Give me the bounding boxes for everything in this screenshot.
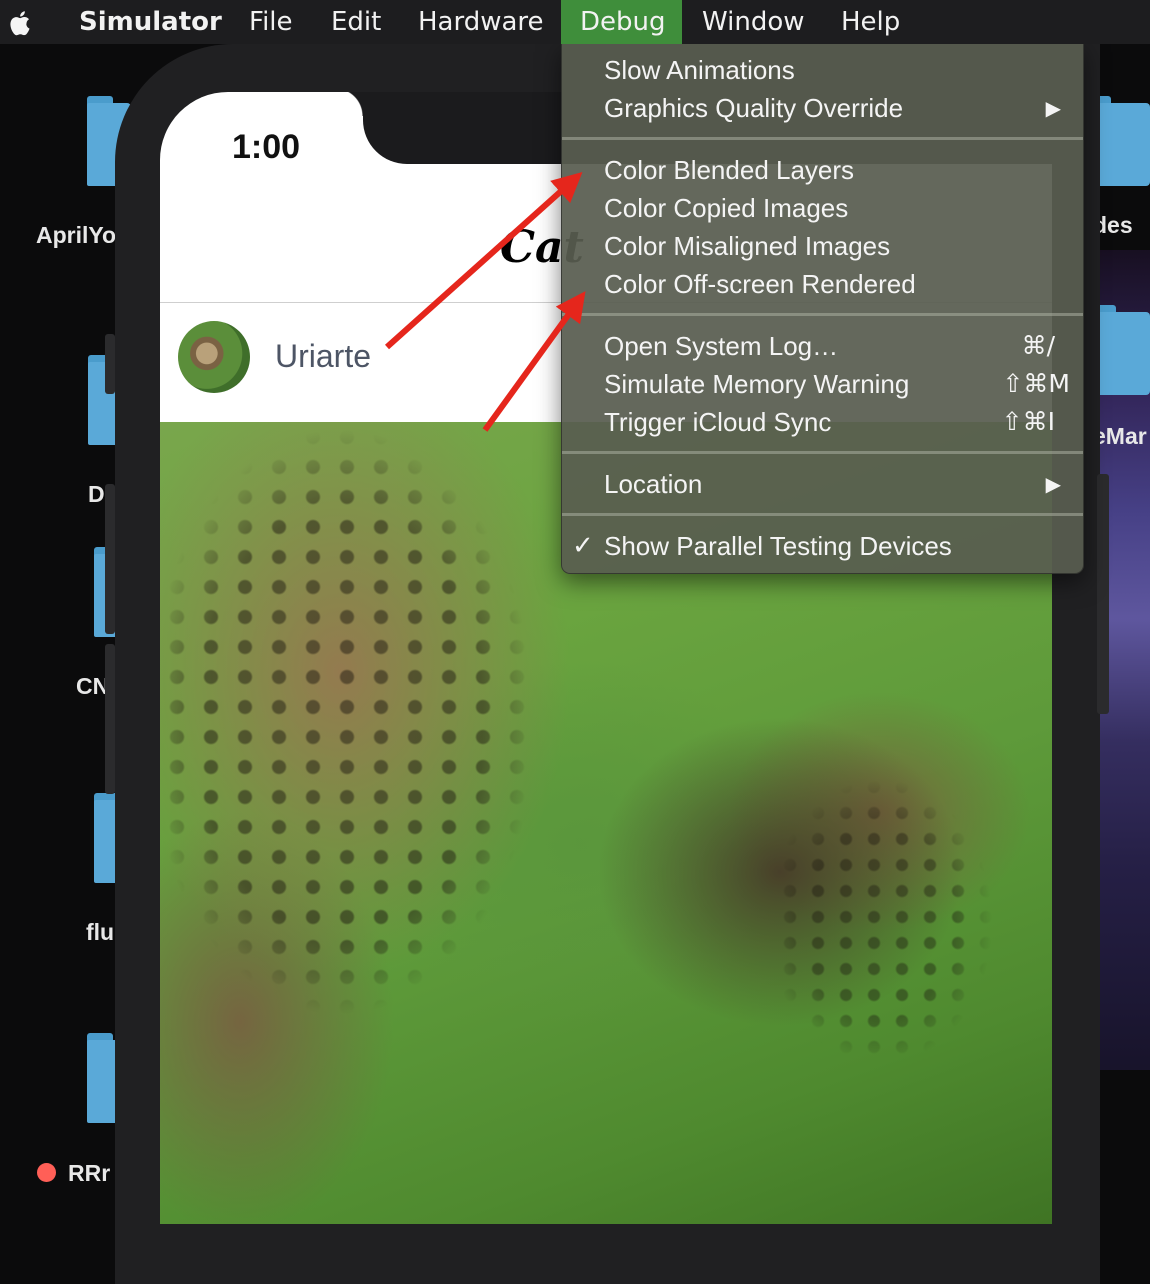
menu-item-label: Color Misaligned Images: [604, 231, 891, 261]
debug-menu-dropdown: Slow Animations Graphics Quality Overrid…: [561, 44, 1084, 574]
menu-file[interactable]: File: [230, 0, 312, 44]
menu-hardware[interactable]: Hardware: [399, 0, 563, 44]
device-volume-down-button[interactable]: [105, 644, 115, 794]
menu-item-shortcut: ⇧⌘M: [1002, 369, 1070, 398]
device-side-button[interactable]: [105, 334, 115, 394]
apple-menu-icon[interactable]: [4, 6, 44, 40]
menu-item-shortcut: ⌘/: [1021, 331, 1055, 360]
menu-item-color-blended-layers[interactable]: Color Blended Layers: [562, 151, 1083, 189]
menu-item-label: Color Copied Images: [604, 193, 849, 223]
menu-help[interactable]: Help: [822, 0, 919, 44]
menu-item-simulate-memory-warning[interactable]: Simulate Memory Warning ⇧⌘M: [562, 365, 1083, 403]
menu-separator: [562, 451, 1083, 454]
menu-item-open-system-log[interactable]: Open System Log… ⌘/: [562, 327, 1083, 365]
post-user-name[interactable]: Uriarte: [275, 338, 371, 375]
checkmark-icon: ✓: [572, 531, 594, 561]
menu-item-label: Open System Log…: [604, 331, 839, 361]
menu-item-label: Slow Animations: [604, 55, 795, 85]
menu-window[interactable]: Window: [683, 0, 824, 44]
menu-item-color-offscreen-rendered[interactable]: Color Off-screen Rendered: [562, 265, 1083, 303]
menu-debug[interactable]: Debug: [561, 0, 682, 44]
menu-item-label: Simulate Memory Warning: [604, 369, 910, 399]
menu-separator: [562, 313, 1083, 316]
device-volume-up-button[interactable]: [105, 484, 115, 634]
menu-separator: [562, 137, 1083, 140]
menu-item-show-parallel-testing-devices[interactable]: ✓ Show Parallel Testing Devices: [562, 527, 1083, 565]
menu-item-graphics-quality-override[interactable]: Graphics Quality Override ▶: [562, 89, 1083, 127]
menu-item-label: Show Parallel Testing Devices: [604, 531, 952, 561]
menu-bar: Simulator File Edit Hardware Debug Windo…: [0, 0, 1150, 44]
status-bar-time: 1:00: [232, 128, 301, 166]
cheetah-avatar-icon[interactable]: [178, 321, 250, 393]
submenu-arrow-icon: ▶: [1045, 96, 1061, 120]
menu-item-location[interactable]: Location ▶: [562, 465, 1083, 503]
menu-item-slow-animations[interactable]: Slow Animations: [562, 51, 1083, 89]
device-power-button[interactable]: [1097, 474, 1109, 714]
desktop-folder-label[interactable]: eMar: [1093, 423, 1147, 450]
menu-app-name[interactable]: Simulator: [60, 0, 241, 44]
submenu-arrow-icon: ▶: [1045, 472, 1061, 496]
status-dot: [37, 1163, 56, 1182]
desktop-folder-label[interactable]: AprilYo: [36, 222, 116, 249]
menu-item-trigger-icloud-sync[interactable]: Trigger iCloud Sync ⇧⌘I: [562, 403, 1083, 441]
menu-item-label: Color Off-screen Rendered: [604, 269, 916, 299]
menu-item-label: Location: [604, 469, 703, 499]
menu-separator: [562, 513, 1083, 516]
menu-item-shortcut: ⇧⌘I: [1001, 407, 1055, 436]
menu-item-color-copied-images[interactable]: Color Copied Images: [562, 189, 1083, 227]
desktop-folder-label[interactable]: D: [88, 481, 105, 508]
desktop-folder-label[interactable]: flu: [86, 919, 114, 946]
menu-item-label: Graphics Quality Override: [604, 93, 904, 123]
menu-edit[interactable]: Edit: [312, 0, 400, 44]
menu-item-color-misaligned-images[interactable]: Color Misaligned Images: [562, 227, 1083, 265]
menu-item-label: Color Blended Layers: [604, 155, 855, 185]
desktop-folder-label[interactable]: RRr: [68, 1160, 110, 1187]
menu-item-label: Trigger iCloud Sync: [604, 407, 832, 437]
